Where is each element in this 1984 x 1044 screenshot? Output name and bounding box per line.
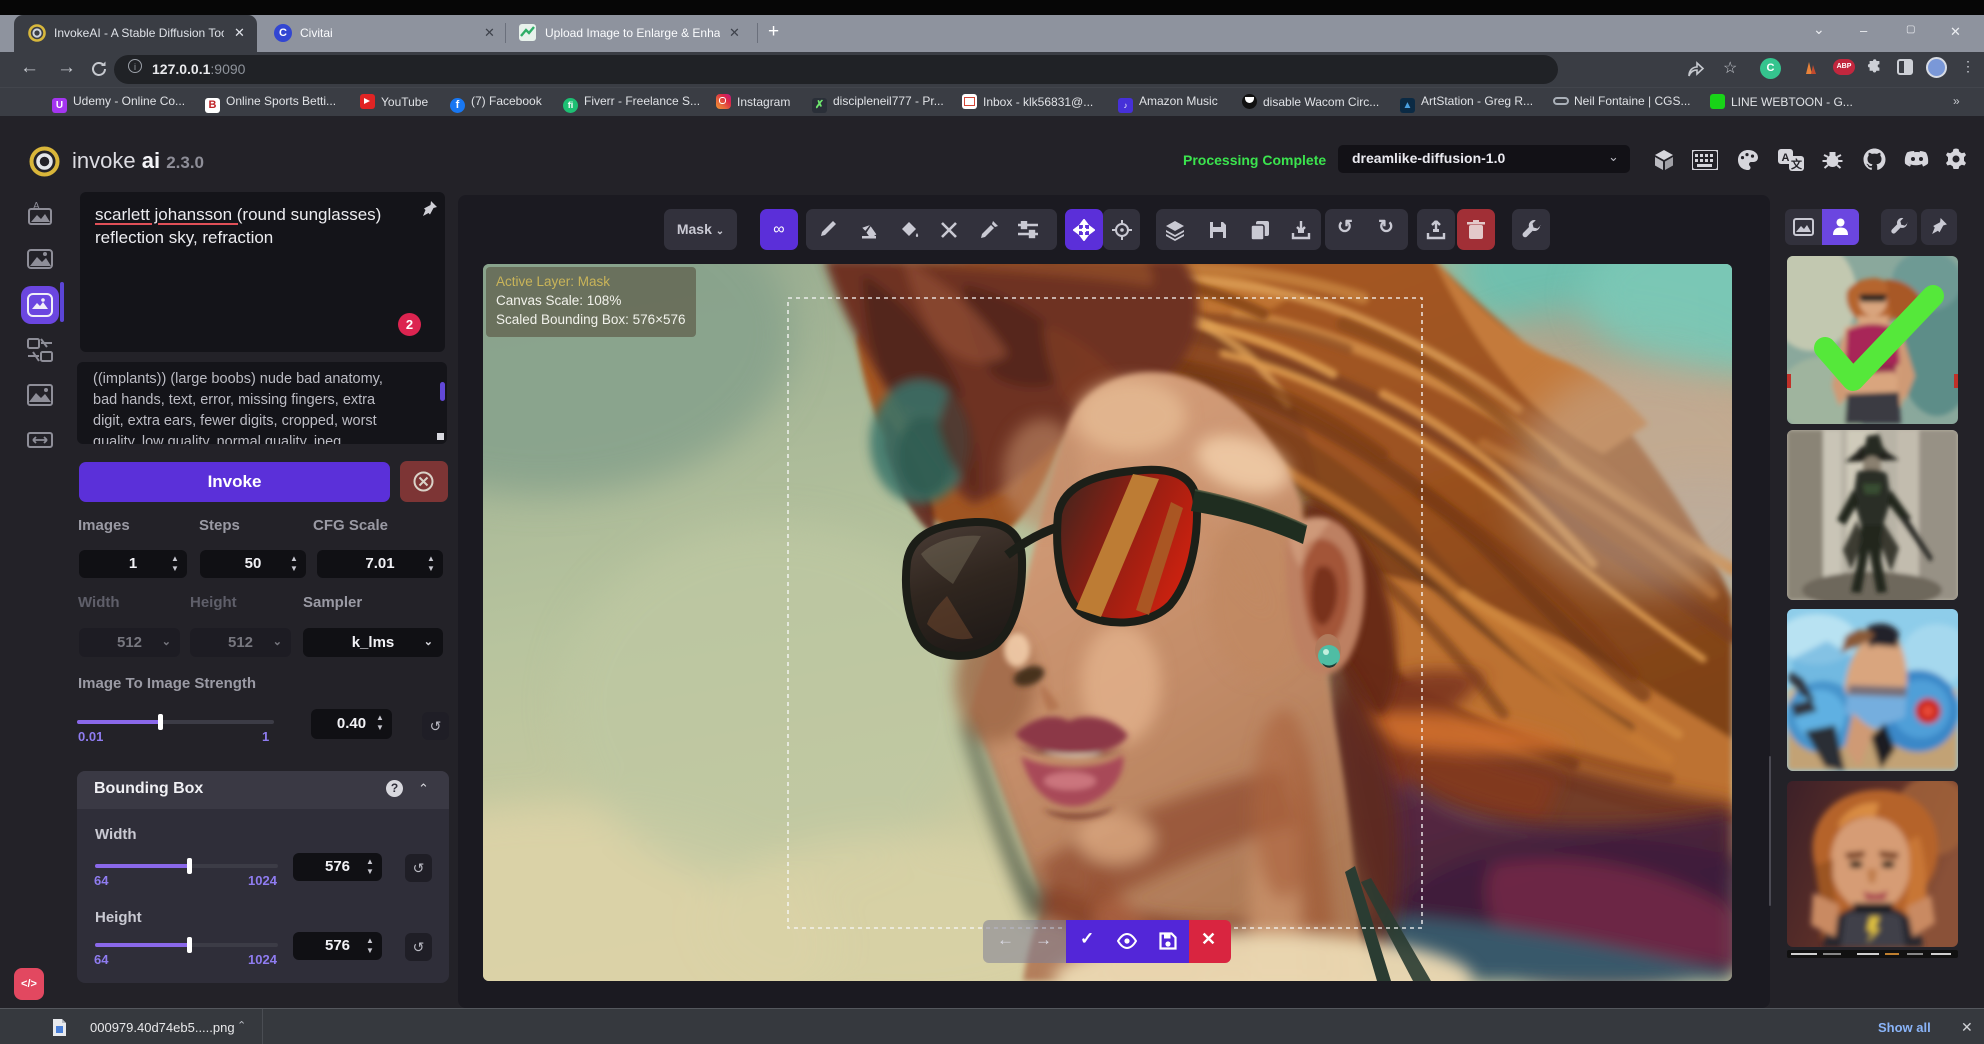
svg-text:文: 文 xyxy=(1791,157,1803,171)
svg-text:A: A xyxy=(1782,152,1790,164)
svg-text:A: A xyxy=(33,201,40,212)
